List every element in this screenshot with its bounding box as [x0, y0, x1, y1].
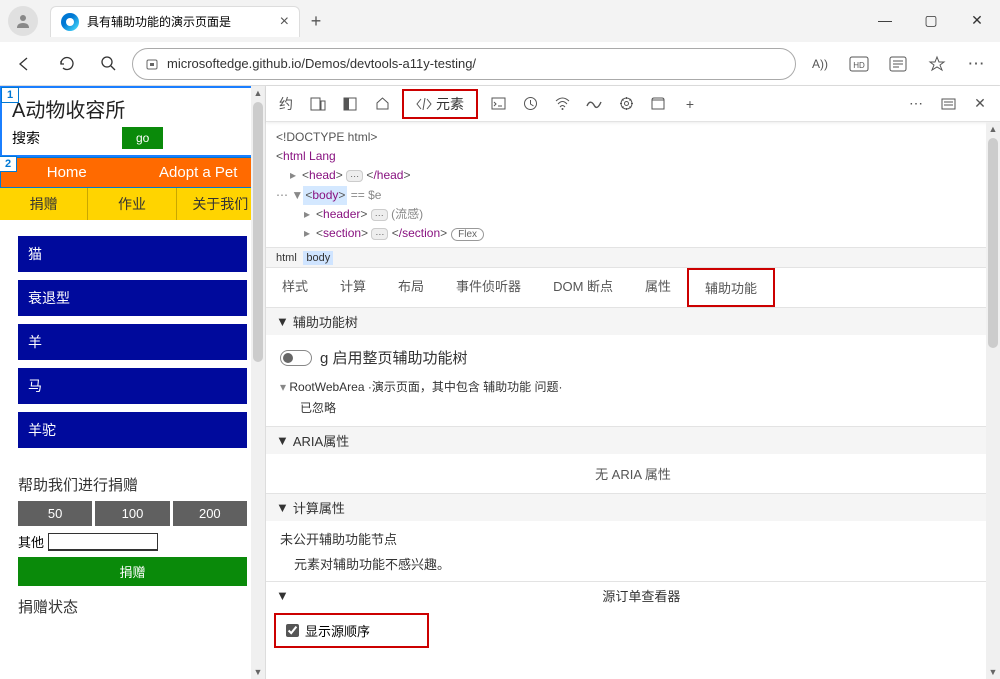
refresh-button[interactable] [48, 48, 84, 80]
browser-tab[interactable]: 具有辅助功能的演示页面是 × [50, 6, 300, 37]
scroll-up-icon[interactable]: ▲ [251, 86, 265, 100]
collapse-icon: ▼ [276, 314, 289, 329]
inspect-tool-icon[interactable]: 约 [272, 91, 300, 117]
no-aria-text: 无 ARIA 属性 [266, 454, 1000, 493]
list-item[interactable]: 衰退型 [18, 280, 247, 316]
more-icon[interactable]: ⋯ [958, 48, 994, 80]
donate-200[interactable]: 200 [173, 501, 247, 526]
source-order-badge-2: 2 [0, 156, 17, 172]
settings-icon[interactable] [612, 91, 640, 117]
tree-ignored: 已忽略 [280, 397, 986, 418]
scroll-down-icon[interactable]: ▼ [251, 665, 265, 679]
dom-breadcrumb[interactable]: html body [266, 247, 1000, 268]
tab-layout[interactable]: 布局 [382, 268, 440, 307]
donate-50[interactable]: 50 [18, 501, 92, 526]
svg-text:HD: HD [853, 61, 865, 70]
nav-adopt[interactable]: Adopt a Pet [133, 158, 265, 187]
demo-page: 1 A动物收容所 搜索 go 2 Home Adopt a Pet 捐赠 作业 … [0, 86, 265, 679]
list-item[interactable]: 羊 [18, 324, 247, 360]
collapse-icon: ▼ [276, 433, 289, 448]
donate-title: 帮助我们进行捐赠 [0, 472, 265, 501]
favorite-icon[interactable] [919, 48, 955, 80]
enable-tree-label: g 启用整页辅助功能树 [320, 347, 468, 368]
reader-icon[interactable] [880, 48, 916, 80]
nav-jobs[interactable]: 作业 [88, 188, 176, 220]
nav-home[interactable]: Home [1, 158, 133, 187]
performance-icon[interactable] [580, 91, 608, 117]
donate-other-input[interactable] [48, 533, 158, 551]
animal-list: 猫 衰退型 羊 马 羊驼 [0, 220, 265, 472]
new-tab-button[interactable]: + [300, 11, 332, 32]
network-icon[interactable] [548, 91, 576, 117]
nav-donate[interactable]: 捐赠 [0, 188, 88, 220]
aria-header[interactable]: ▼ARIA属性 [266, 427, 1000, 454]
more-tools-icon[interactable]: ⋯ [902, 91, 930, 117]
computed-line2: 元素对辅助功能不感兴趣。 [280, 554, 986, 573]
site-info-icon[interactable] [145, 57, 159, 71]
computed-line1: 未公开辅助功能节点 [280, 529, 986, 554]
code-icon [416, 98, 432, 110]
maximize-button[interactable]: ▢ [908, 0, 954, 40]
profile-icon[interactable] [8, 6, 38, 36]
tab-accessibility[interactable]: 辅助功能 [687, 268, 775, 307]
scroll-thumb[interactable] [988, 138, 998, 348]
donate-100[interactable]: 100 [95, 501, 169, 526]
collapse-icon: ▼ [276, 588, 289, 603]
collapse-icon: ▼ [276, 500, 289, 515]
page-title: A动物收容所 [12, 94, 253, 123]
a11y-tree-header[interactable]: ▼辅助功能树 [266, 308, 1000, 335]
tab-computed[interactable]: 计算 [324, 268, 382, 307]
hd-icon[interactable]: HD [841, 48, 877, 80]
console-icon[interactable] [484, 91, 512, 117]
source-order-header[interactable]: ▼源订单查看器 [266, 582, 1000, 609]
devtools-panel: 约 元素 + ⋯ ✕ <!DOCTYPE html> <html Lang ▸<… [265, 86, 1000, 679]
scroll-down-icon[interactable]: ▼ [986, 665, 1000, 679]
more-tabs-icon[interactable]: + [676, 91, 704, 117]
computed-header[interactable]: ▼计算属性 [266, 494, 1000, 521]
donate-other-label: 其他 [18, 532, 44, 551]
issues-icon[interactable] [934, 91, 962, 117]
tab-events[interactable]: 事件侦听器 [440, 268, 537, 307]
tab-styles[interactable]: 样式 [266, 268, 324, 307]
tab-props[interactable]: 属性 [629, 268, 687, 307]
read-aloud-icon[interactable]: A)) [802, 48, 838, 80]
dom-tree[interactable]: <!DOCTYPE html> <html Lang ▸<head> ⋯ </h… [266, 122, 1000, 247]
tree-root[interactable]: ▾ RootWebArea ·演示页面，其中包含 辅助功能 问题· [280, 376, 986, 397]
scroll-up-icon[interactable]: ▲ [986, 122, 1000, 136]
donate-button[interactable]: 捐赠 [18, 557, 247, 586]
search-button[interactable] [90, 48, 126, 80]
toggle-off-icon[interactable] [280, 350, 312, 366]
elements-tab[interactable]: 元素 [402, 89, 478, 119]
scroll-thumb[interactable] [253, 102, 263, 362]
url-text: microsoftedge.github.io/Demos/devtools-a… [167, 56, 476, 71]
close-devtools-icon[interactable]: ✕ [966, 91, 994, 117]
close-window-button[interactable]: ✕ [954, 0, 1000, 40]
go-button[interactable]: go [122, 127, 163, 149]
list-item[interactable]: 羊驼 [18, 412, 247, 448]
minimize-button[interactable]: — [862, 0, 908, 40]
demo-scrollbar[interactable]: ▲ ▼ [251, 86, 265, 679]
styles-tabs: 样式 计算 布局 事件侦听器 DOM 断点 属性 辅助功能 [266, 268, 1000, 308]
edge-favicon-icon [61, 13, 79, 31]
tab-dom-bp[interactable]: DOM 断点 [537, 268, 629, 307]
show-source-order-checkbox[interactable]: 显示源顺序 [274, 613, 429, 648]
search-input[interactable] [46, 127, 116, 149]
sources-icon[interactable] [516, 91, 544, 117]
checkbox[interactable] [286, 624, 299, 637]
list-item[interactable]: 马 [18, 368, 247, 404]
device-emulation-icon[interactable] [304, 91, 332, 117]
search-label: 搜索 [12, 128, 40, 148]
tab-title: 具有辅助功能的演示页面是 [87, 13, 231, 30]
devtools-scrollbar[interactable]: ▲ ▼ [986, 122, 1000, 679]
dock-icon[interactable] [336, 91, 364, 117]
welcome-icon[interactable] [368, 91, 396, 117]
list-item[interactable]: 猫 [18, 236, 247, 272]
window-icon[interactable] [644, 91, 672, 117]
donate-status-title: 捐赠状态 [0, 586, 265, 621]
tab-close-icon[interactable]: × [280, 13, 289, 31]
back-button[interactable] [6, 48, 42, 80]
source-order-badge-1: 1 [1, 87, 19, 103]
url-input[interactable]: microsoftedge.github.io/Demos/devtools-a… [132, 48, 796, 80]
